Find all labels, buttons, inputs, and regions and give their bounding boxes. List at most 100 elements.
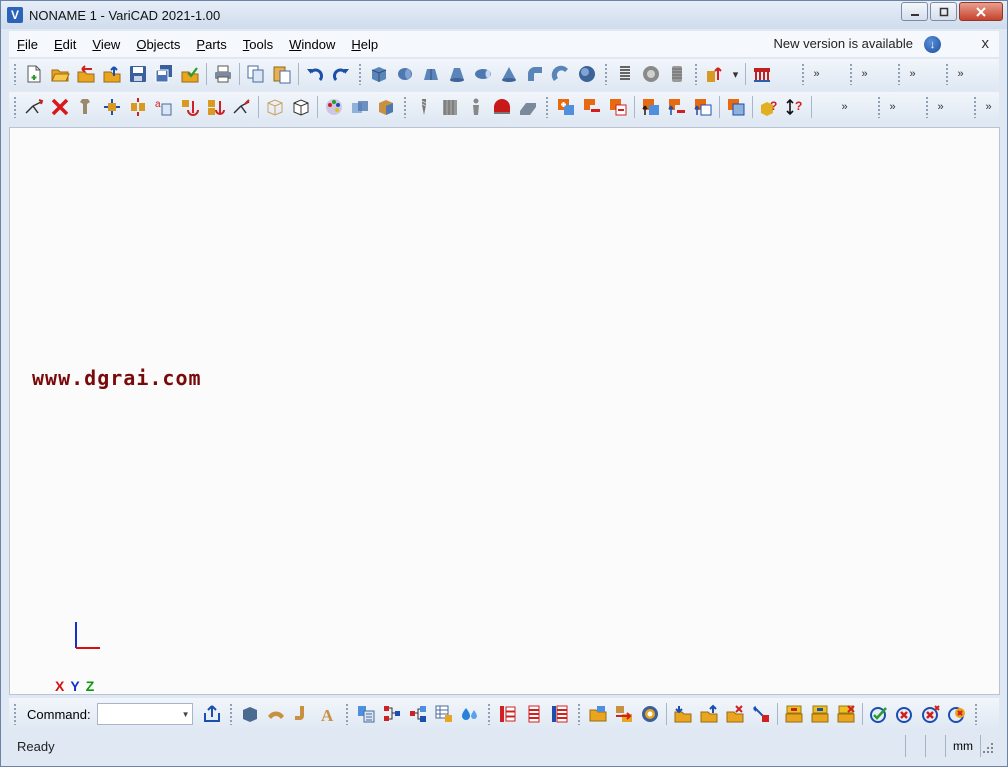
fillet-icon[interactable] <box>490 95 514 119</box>
command-input[interactable]: ▼ <box>96 703 193 725</box>
redo-icon[interactable] <box>329 62 353 86</box>
toolbar-overflow-icon[interactable]: » <box>857 68 871 80</box>
minimize-button[interactable] <box>901 2 928 21</box>
assembly-insert-icon[interactable] <box>665 95 689 119</box>
download-arrow-icon[interactable]: ↓ <box>924 36 941 53</box>
folder-link-icon[interactable] <box>612 702 636 726</box>
boolean-cut-icon[interactable] <box>606 95 630 119</box>
toolbar-grip[interactable] <box>694 63 698 85</box>
menu-parts[interactable]: Parts <box>188 37 234 52</box>
menu-tools[interactable]: Tools <box>235 37 281 52</box>
check-ok-icon[interactable] <box>867 702 891 726</box>
label-icon[interactable]: a <box>152 95 176 119</box>
toolbar-overflow-icon[interactable]: » <box>981 101 995 113</box>
save-icon[interactable] <box>126 62 150 86</box>
delete-icon[interactable] <box>48 95 72 119</box>
shade-icon[interactable] <box>348 95 372 119</box>
new-file-icon[interactable] <box>22 62 46 86</box>
save-checked-icon[interactable] <box>178 62 202 86</box>
bridge-icon[interactable] <box>750 62 774 86</box>
pattern-icon[interactable] <box>438 95 462 119</box>
import-icon[interactable] <box>671 702 695 726</box>
dropdown-arrow-icon[interactable]: ▾ <box>728 68 742 81</box>
sphere-icon[interactable] <box>575 62 599 86</box>
spring-icon[interactable] <box>613 62 637 86</box>
toolbar-grip[interactable] <box>576 703 581 725</box>
text-3d-icon[interactable]: A <box>316 702 340 726</box>
maximize-button[interactable] <box>930 2 957 21</box>
print-icon[interactable] <box>211 62 235 86</box>
scale-icon[interactable] <box>100 95 124 119</box>
move-icon[interactable] <box>74 95 98 119</box>
prism-icon[interactable] <box>419 62 443 86</box>
list-icon[interactable] <box>522 702 546 726</box>
extrude-icon[interactable] <box>703 62 727 86</box>
notice-close-button[interactable]: x <box>982 35 990 52</box>
screw-icon[interactable] <box>665 62 689 86</box>
check-cancel-icon[interactable] <box>893 702 917 726</box>
open-recent-icon[interactable] <box>74 62 98 86</box>
menu-help[interactable]: Help <box>343 37 386 52</box>
camera-icon[interactable] <box>638 702 662 726</box>
folder-open-icon[interactable] <box>586 702 610 726</box>
solid-block-icon[interactable] <box>238 702 262 726</box>
toolbar-grip[interactable] <box>973 703 978 725</box>
thread-icon[interactable] <box>639 62 663 86</box>
chevron-down-icon[interactable]: ▼ <box>182 710 190 719</box>
check-x2-icon[interactable] <box>945 702 969 726</box>
tree-icon[interactable] <box>496 702 520 726</box>
open-folder-icon[interactable] <box>48 62 72 86</box>
toolbar-grip[interactable] <box>228 703 233 725</box>
check-x-icon[interactable] <box>919 702 943 726</box>
undo-icon[interactable] <box>303 62 327 86</box>
remove-part-icon[interactable] <box>723 702 747 726</box>
toolbar-overflow-icon[interactable]: » <box>837 101 851 113</box>
group-edit-icon[interactable] <box>808 702 832 726</box>
transform-icon[interactable] <box>22 95 46 119</box>
render-icon[interactable] <box>374 95 398 119</box>
toolbar-grip[interactable] <box>801 63 805 85</box>
close-button[interactable] <box>959 2 1003 21</box>
boolean-subtract-icon[interactable] <box>580 95 604 119</box>
query-icon[interactable]: ? <box>757 95 781 119</box>
rotate-icon[interactable] <box>230 95 254 119</box>
drill-icon[interactable] <box>412 95 436 119</box>
drawing-area[interactable]: www.dgrai.com X Y Z <box>9 127 1000 695</box>
menu-view[interactable]: View <box>84 37 128 52</box>
toolbar-grip[interactable] <box>897 63 901 85</box>
toolbar-grip[interactable] <box>13 96 17 118</box>
select-window-icon[interactable] <box>724 95 748 119</box>
table-icon[interactable] <box>432 702 456 726</box>
palette-icon[interactable] <box>322 95 346 119</box>
toolbar-grip[interactable] <box>604 63 608 85</box>
group-remove-icon[interactable] <box>834 702 858 726</box>
array-icon[interactable] <box>126 95 150 119</box>
toolbar-grip[interactable] <box>13 63 17 85</box>
toolbar-grip[interactable] <box>925 96 929 118</box>
toolbar-grip[interactable] <box>403 96 407 118</box>
solid-view-icon[interactable] <box>289 95 313 119</box>
measure-icon[interactable]: ? <box>783 95 807 119</box>
figure-icon[interactable] <box>464 95 488 119</box>
paste-icon[interactable] <box>270 62 294 86</box>
cone-frustum-icon[interactable] <box>445 62 469 86</box>
group-add-icon[interactable] <box>782 702 806 726</box>
resize-grip-icon[interactable] <box>981 735 999 757</box>
toolbar-grip[interactable] <box>973 96 977 118</box>
copy-icon[interactable] <box>244 62 268 86</box>
open-up-icon[interactable] <box>100 62 124 86</box>
menu-file[interactable]: File <box>9 37 46 52</box>
bent-pipe-icon[interactable] <box>264 702 288 726</box>
toolbar-grip[interactable] <box>877 96 881 118</box>
toolbar-grip[interactable] <box>545 96 549 118</box>
anchor-icon[interactable] <box>178 95 202 119</box>
save-all-icon[interactable] <box>152 62 176 86</box>
sheet-bend-icon[interactable] <box>290 702 314 726</box>
connect-icon[interactable] <box>380 702 404 726</box>
toolbar-grip[interactable] <box>486 703 491 725</box>
water-drop-icon[interactable] <box>458 702 482 726</box>
toolbar-overflow-icon[interactable]: » <box>953 68 967 80</box>
toolbar-overflow-icon[interactable]: » <box>905 68 919 80</box>
menu-window[interactable]: Window <box>281 37 343 52</box>
menu-objects[interactable]: Objects <box>128 37 188 52</box>
